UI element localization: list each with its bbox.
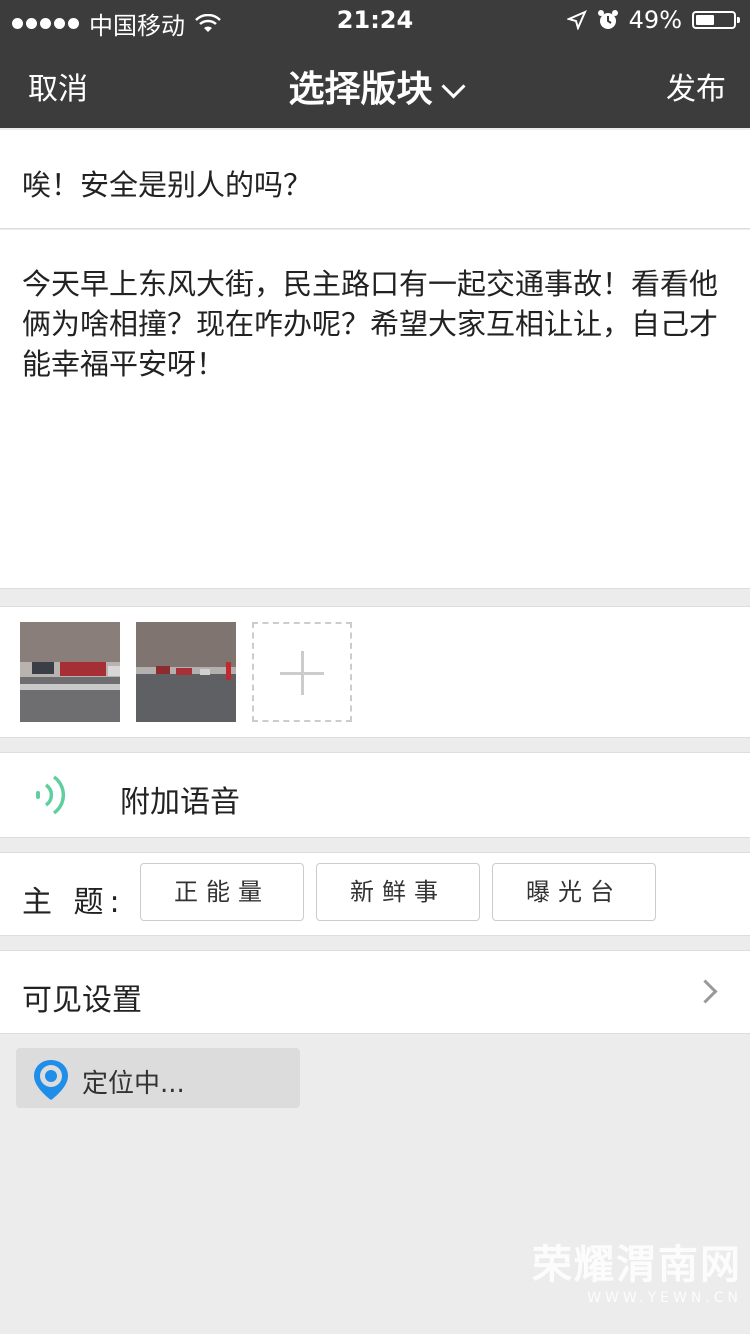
location-arrow-icon	[566, 10, 587, 30]
photo-thumbnail[interactable]	[136, 622, 236, 722]
chevron-down-icon	[440, 74, 466, 99]
topic-option-news[interactable]: 新鲜事	[316, 863, 480, 921]
battery-percent: 49%	[628, 6, 682, 34]
status-bar: 中国移动 21:24 49%	[0, 0, 750, 40]
post-body-text: 今天早上东风大街，民主路口有一起交通事故！看看他俩为啥相撞？现在咋办呢？希望大家…	[22, 267, 719, 381]
watermark-name: 荣耀渭南网	[532, 1242, 742, 1288]
street-photo-image	[136, 622, 236, 722]
publish-button[interactable]: 发布	[666, 64, 726, 108]
post-title-field[interactable]: 唉！安全是别人的吗？	[0, 130, 750, 229]
section-selector[interactable]: 选择版块	[0, 60, 750, 112]
location-chip[interactable]: 定位中...	[16, 1048, 300, 1108]
top-bar: 中国移动 21:24 49% 取消 选择版块 发布	[0, 0, 750, 128]
visibility-settings-row[interactable]: 可见设置	[0, 950, 750, 1034]
topic-option-exposure[interactable]: 曝光台	[492, 863, 656, 921]
location-status: 定位中...	[82, 1069, 185, 1099]
watermark-url: WWW.YEWN.CN	[587, 1290, 742, 1306]
nav-bar: 取消 选择版块 发布	[0, 40, 750, 128]
chevron-right-icon	[693, 979, 718, 1004]
topic-row: 主 题: 正能量 新鲜事 曝光台	[0, 852, 750, 936]
section-selector-label: 选择版块	[288, 69, 433, 110]
attach-voice-label: 附加语音	[120, 785, 240, 820]
visibility-settings-label: 可见设置	[22, 983, 142, 1018]
post-body-field[interactable]: 今天早上东风大街，民主路口有一起交通事故！看看他俩为啥相撞？现在咋办呢？希望大家…	[0, 230, 750, 589]
street-photo-image	[20, 622, 120, 722]
photo-thumbnail[interactable]	[20, 622, 120, 722]
add-photo-button[interactable]	[252, 622, 352, 722]
location-pin-icon	[34, 1060, 68, 1100]
watermark: 荣耀渭南网 WWW.YEWN.CN	[532, 1232, 742, 1306]
topic-option-positive-energy[interactable]: 正能量	[140, 863, 304, 921]
battery-icon	[692, 11, 740, 29]
alarm-icon	[597, 10, 618, 29]
photo-strip	[0, 606, 750, 738]
post-title-text: 唉！安全是别人的吗？	[22, 168, 313, 202]
status-right: 49%	[566, 6, 740, 34]
voice-wave-icon	[36, 775, 66, 815]
topic-label: 主 题:	[22, 885, 126, 920]
attach-voice-row[interactable]: 附加语音	[0, 752, 750, 838]
